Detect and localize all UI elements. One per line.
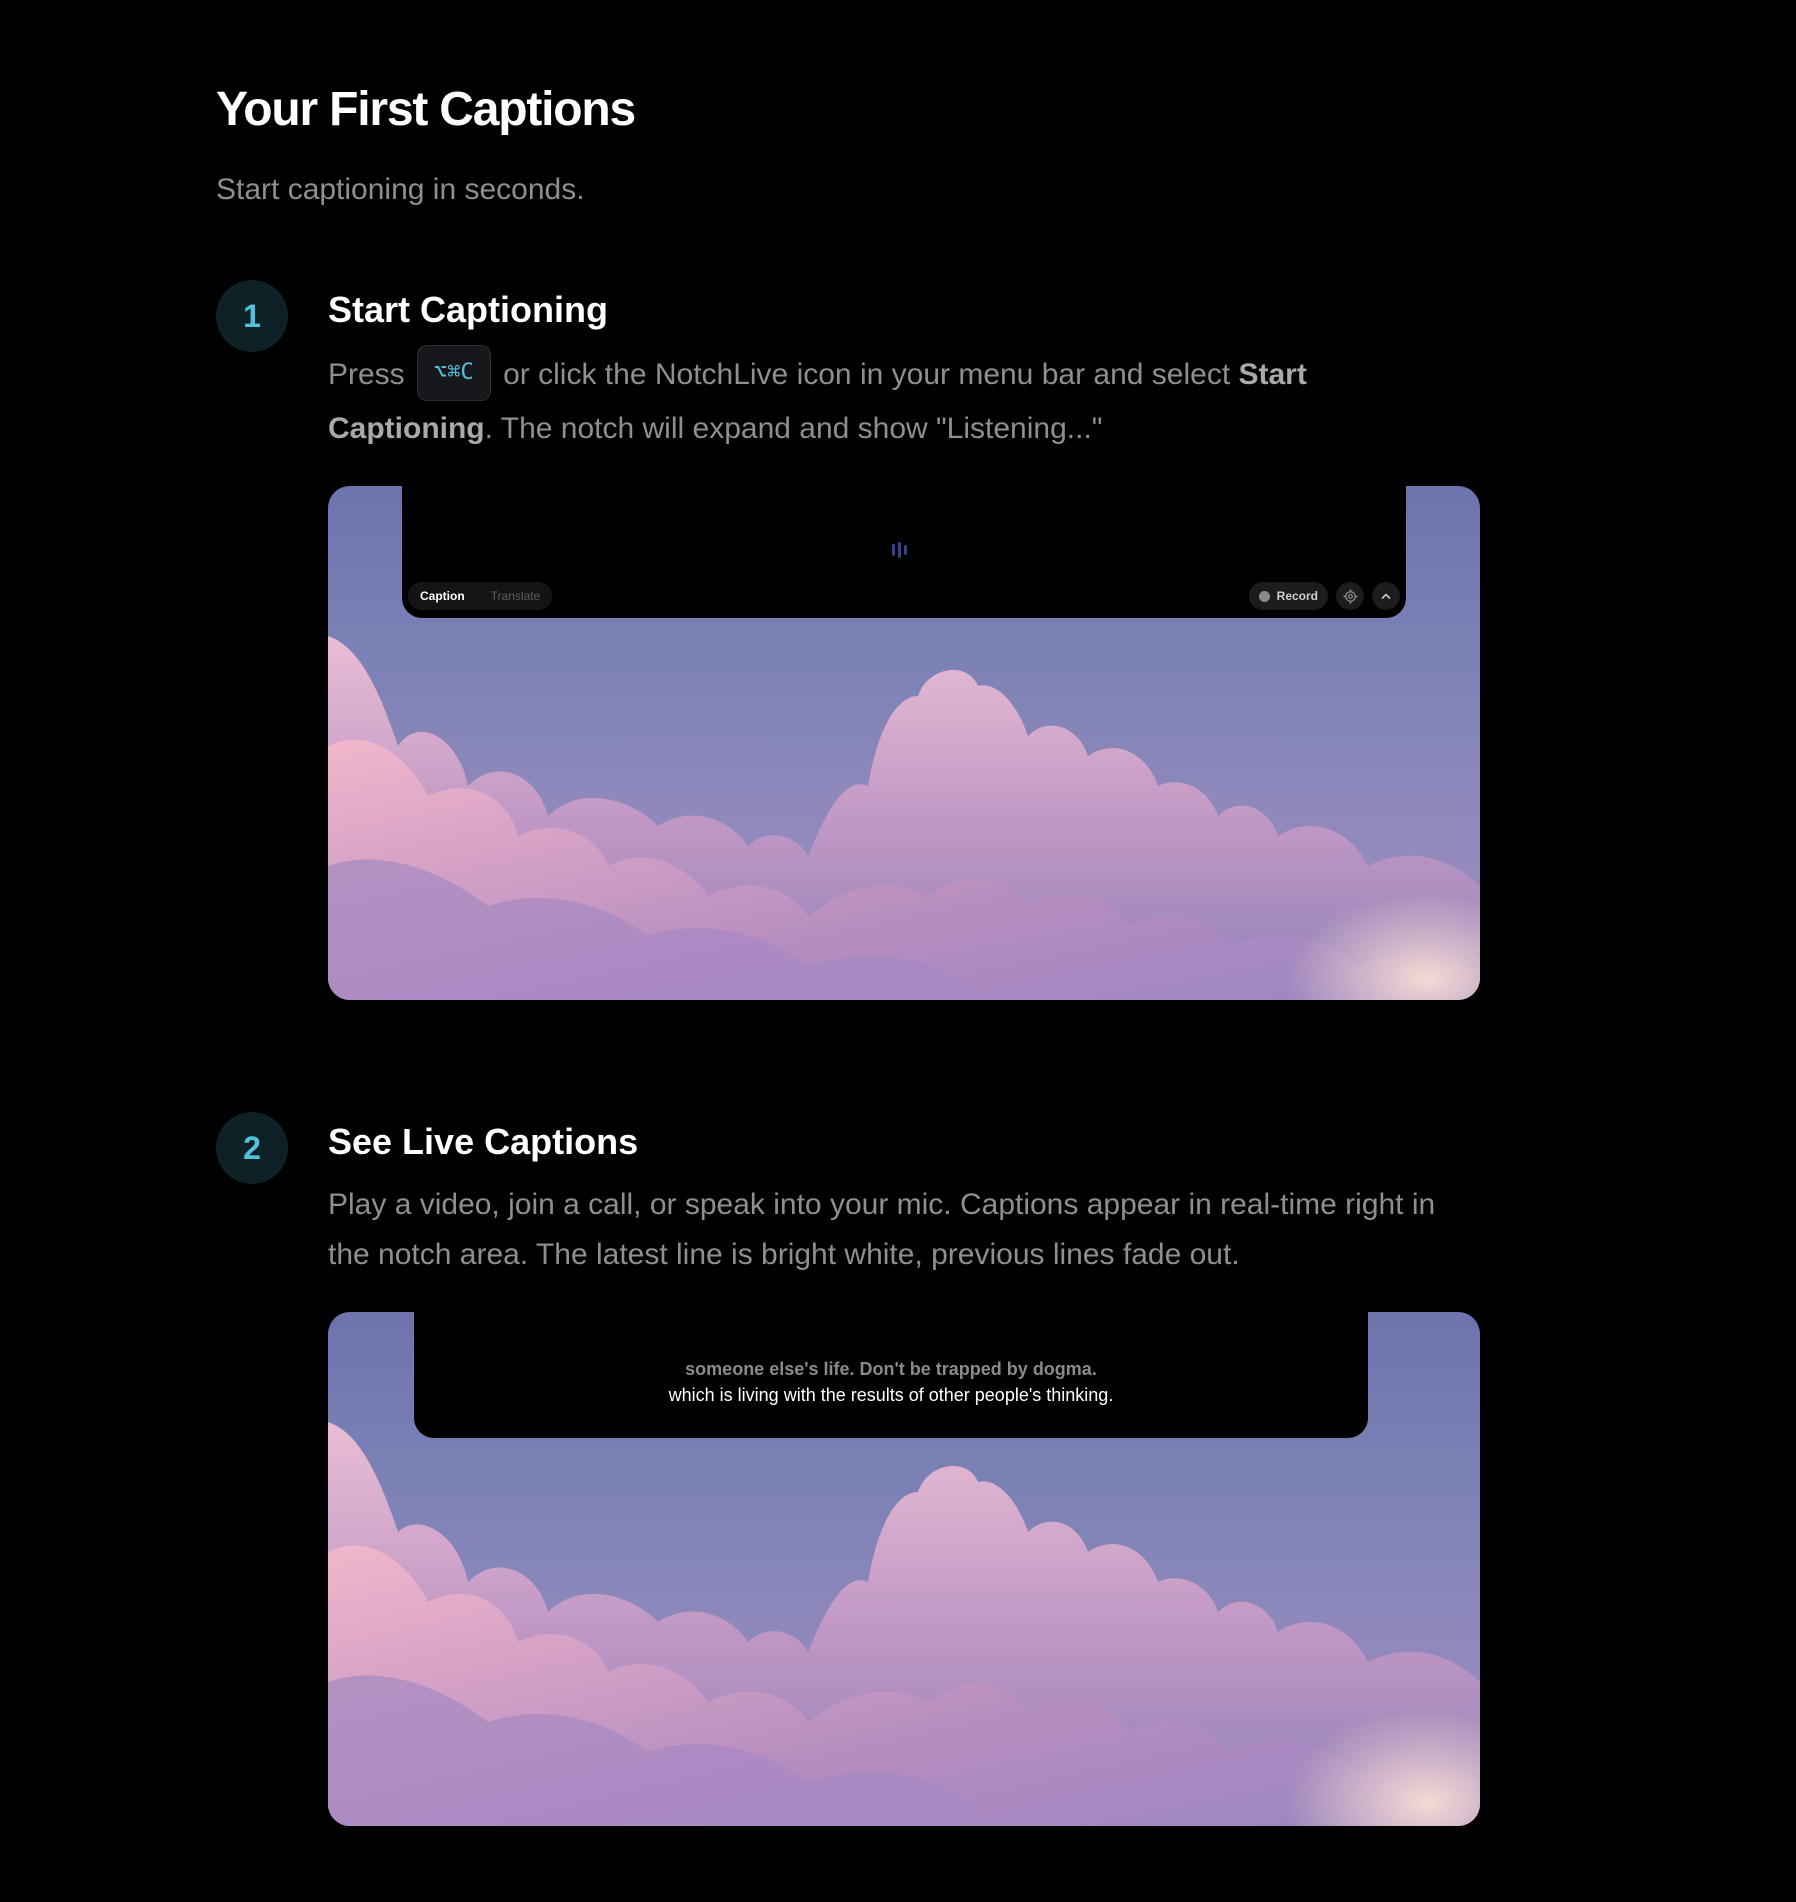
page-title: Your First Captions (216, 83, 636, 136)
mode-switch: Caption Translate (408, 582, 553, 610)
gear-icon (1342, 588, 1358, 604)
record-button[interactable]: Record (1248, 582, 1328, 610)
mode-translate-button[interactable]: Translate (491, 589, 541, 603)
desc-text: Press (328, 357, 405, 391)
notch-screenshot-listening: Caption Translate Record (328, 486, 1480, 1000)
record-label: Record (1276, 589, 1318, 603)
expanded-notch: Caption Translate Record (402, 486, 1406, 618)
notch-controls: Record (1248, 582, 1400, 610)
step-number-badge: 1 (216, 280, 288, 352)
step-description: Play a video, join a call, or speak into… (328, 1188, 1436, 1271)
caption-latest-line: which is living with the results of othe… (668, 1385, 1114, 1405)
step-number-badge: 2 (216, 1112, 288, 1184)
caption-lines: someone else's life. Don't be trapped by… (414, 1356, 1368, 1408)
mode-caption-button[interactable]: Caption (420, 589, 465, 603)
step-description: Press ⌥⌘C or click the NotchLive icon in… (328, 345, 1478, 454)
collapse-button[interactable] (1372, 582, 1400, 610)
notch-screenshot-captions: someone else's life. Don't be trapped by… (328, 1312, 1480, 1826)
record-dot-icon (1258, 590, 1270, 602)
caption-previous-line: someone else's life. Don't be trapped by… (685, 1359, 1097, 1379)
expanded-notch: someone else's life. Don't be trapped by… (414, 1312, 1368, 1438)
page-subtitle: Start captioning in seconds. (216, 173, 585, 206)
settings-button[interactable] (1336, 582, 1364, 610)
chevron-up-icon (1381, 593, 1391, 599)
desc-text: . The notch will expand and show "Listen… (484, 412, 1103, 445)
step-title: Start Captioning (328, 289, 608, 330)
desc-text: or click the NotchLive icon in your menu… (503, 357, 1231, 391)
waveform-icon (892, 542, 907, 558)
keyboard-shortcut: ⌥⌘C (417, 345, 491, 401)
step-title: See Live Captions (328, 1121, 639, 1162)
